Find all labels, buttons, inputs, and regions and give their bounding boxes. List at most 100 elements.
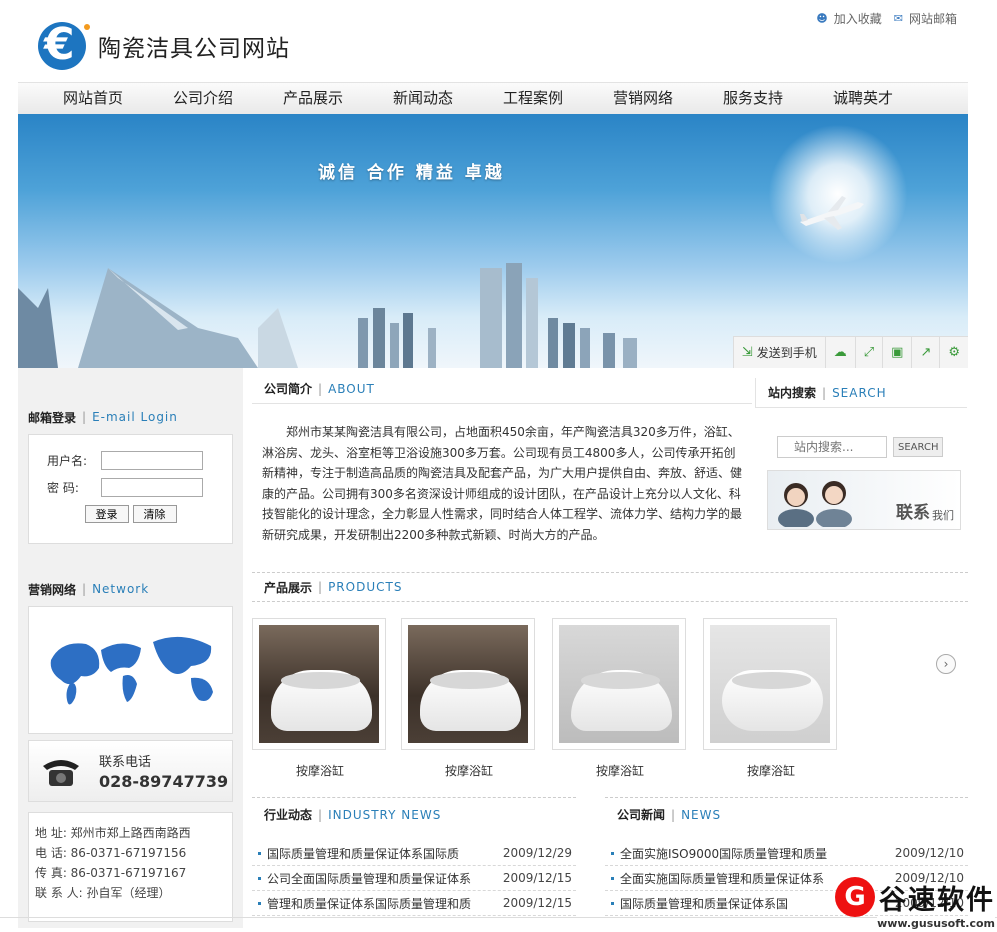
about-heading: 公司简介 | ABOUT [252,374,752,404]
login-button[interactable]: 登录 [84,505,129,523]
product-name: 按摩浴缸 [295,764,344,778]
site-mail-label: 网站邮箱 [908,12,957,26]
products-title: 产品展示 [264,580,313,595]
site-title: 陶瓷洁具公司网站 [98,36,290,62]
network-heading: 营销网络 | Network [28,582,150,597]
news-date: 2009/12/15 [502,896,572,910]
search-title-en: SEARCH [832,385,887,400]
left-sidebar: 邮箱登录 | E-mail Login 用户名: 密 码: 登录 清除 营销网络 | N… [18,368,243,928]
login-box: 用户名: 密 码: 登录 清除 [28,434,233,544]
nav-item-products[interactable]: 产品展示 [258,83,368,114]
network-title: 营销网络 [28,582,77,597]
nav-item-service[interactable]: 服务支持 [698,83,808,114]
news-row[interactable]: 管理和质量保证体系国际质量管理和质 2009/12/15 [252,891,576,916]
site-mail-link[interactable]: ✉ 网站邮箱 [894,10,957,27]
search-heading: 站内搜索 | SEARCH [755,378,967,408]
nav-item-cases[interactable]: 工程案例 [478,83,588,114]
product-item[interactable]: 按摩浴缸 [252,618,388,779]
send-to-phone-button[interactable]: ⇲ 发送到手机 [732,336,825,368]
phone-box: 联系电话 028-89747739 [28,740,233,802]
settings-button[interactable]: ⚙ [939,336,968,368]
news-row[interactable]: 公司全面国际质量管理和质量保证体系 2009/12/15 [252,866,576,891]
search-title: 站内搜索 [768,386,817,400]
product-item[interactable]: 按摩浴缸 [552,618,688,779]
airplane-icon [800,196,864,230]
contact-fax: 传 真: 86-0371-67197167 [35,866,187,880]
gear-icon: ⚙ [948,345,960,360]
main-nav: 网站首页 公司介绍 产品展示 新闻动态 工程案例 营销网络 服务支持 诚聘英才 [18,82,968,114]
login-heading: 邮箱登录 | E-mail Login [28,410,178,425]
watermark-name: 谷速软件 [879,884,995,916]
watermark: G 谷速软件 www.gususoft.com [835,877,995,930]
phone-send-icon: ⇲ [741,345,753,360]
chevron-right-icon: › [943,657,949,671]
contact-info-box: 地 址: 郑州市郑上路西南路西 电 话: 86-0371-67197156 传 … [28,812,233,922]
product-item[interactable]: 按摩浴缸 [703,618,839,779]
phone-label: 联系电话 [99,755,152,770]
news-title: 国际质量管理和质量保证体系国际质 [267,846,460,861]
add-favorite-label: 加入收藏 [833,12,882,26]
search-input[interactable] [777,436,887,458]
news-title: 管理和质量保证体系国际质量管理和质 [267,896,472,911]
about-title-en: ABOUT [328,381,375,396]
nav-item-news[interactable]: 新闻动态 [368,83,478,114]
product-carousel: ‹ 按摩浴缸 按摩浴缸 按摩浴缸 按摩浴缸 › [252,618,968,808]
news-row[interactable]: 国际质量管理和质量保证体系国际质 2009/12/29 [252,841,576,866]
about-title: 公司简介 [264,382,313,396]
share-button[interactable]: ↗ [911,336,939,368]
nav-item-jobs[interactable]: 诚聘英才 [808,83,918,114]
about-text: 郑州市某某陶瓷洁具有限公司，占地面积450余亩，年产陶瓷洁具320多万件，浴缸、… [262,425,743,542]
company-news-title-en: NEWS [681,807,722,822]
nav-item-about[interactable]: 公司介绍 [148,83,258,114]
mail-icon: ✉ [893,12,903,25]
fullscreen-button[interactable]: ⤢ [854,336,882,368]
search-row: SEARCH [777,436,967,458]
carousel-next-button[interactable]: › [936,654,956,674]
nav-item-network[interactable]: 营销网络 [588,83,698,114]
contact-us-text: 联系 [896,503,930,523]
industry-news-section: 行业动态 | INDUSTRY NEWS 国际质量管理和质量保证体系国际质 2009… [252,797,576,916]
expand-icon: ⤢ [863,345,875,360]
news-row[interactable]: 全面实施ISO9000国际质量管理和质量 2009/12/10 [605,841,968,866]
network-title-en: Network [92,582,150,596]
world-map-icon [50,636,213,705]
products-section: 产品展示|PRODUCTS ‹ 按摩浴缸 按摩浴缸 按摩浴缸 按摩浴缸 › [252,572,968,808]
banner-slogan: 诚信 合作 精益 卓越 [318,163,505,183]
news-title: 公司全面国际质量管理和质量保证体系 [267,871,472,886]
save-icon: ▣ [891,345,904,360]
password-input[interactable] [101,478,203,497]
news-title: 国际质量管理和质量保证体系国 [620,896,789,911]
cloud-button[interactable]: ☁ [824,336,855,368]
news-date: 2009/12/10 [894,846,964,860]
company-news-heading: 公司新闻 | NEWS [605,797,968,831]
nav-item-home[interactable]: 网站首页 [38,83,148,114]
search-section: 站内搜索|SEARCH SEARCH 联系 我们 [755,378,967,530]
product-name: 按摩浴缸 [746,764,795,778]
username-input[interactable] [101,451,203,470]
username-label: 用户名: [47,454,88,468]
products-title-en: PRODUCTS [328,580,403,594]
save-button[interactable]: ▣ [882,336,911,368]
cloud-icon: ☁ [833,345,847,360]
clear-button[interactable]: 清除 [132,505,177,523]
world-map-box[interactable] [28,606,233,734]
contact-us-banner[interactable]: 联系 我们 [767,470,961,530]
contact-tel: 电 话: 86-0371-67197156 [35,846,187,860]
search-button[interactable]: SEARCH [893,437,944,457]
customer-service-icon [778,481,852,527]
telephone-icon [43,760,79,786]
about-section: 公司简介 | ABOUT 郑州市某某陶瓷洁具有限公司，占地面积450余亩，年产陶瓷洁… [252,374,752,545]
site-logo[interactable]: 陶瓷洁具公司网站 [38,19,290,70]
industry-news-heading: 行业动态 | INDUSTRY NEWS [252,797,576,831]
industry-news-title: 行业动态 [264,808,313,822]
news-date: 2009/12/29 [502,846,572,860]
watermark-logo-icon: G [835,877,875,917]
add-favorite-link[interactable]: ☻ 加入收藏 [816,10,881,27]
product-item[interactable]: 按摩浴缸 [401,618,537,779]
logo-icon [38,19,90,70]
product-name: 按摩浴缸 [595,764,644,778]
watermark-url: www.gususoft.com [877,917,995,930]
products-heading: 产品展示 | PRODUCTS [252,572,968,602]
product-name: 按摩浴缸 [444,764,493,778]
banner: 诚信 合作 精益 卓越 ⇲ 发送到手机 ☁ ⤢ ▣ ↗ ⚙ [18,114,968,368]
